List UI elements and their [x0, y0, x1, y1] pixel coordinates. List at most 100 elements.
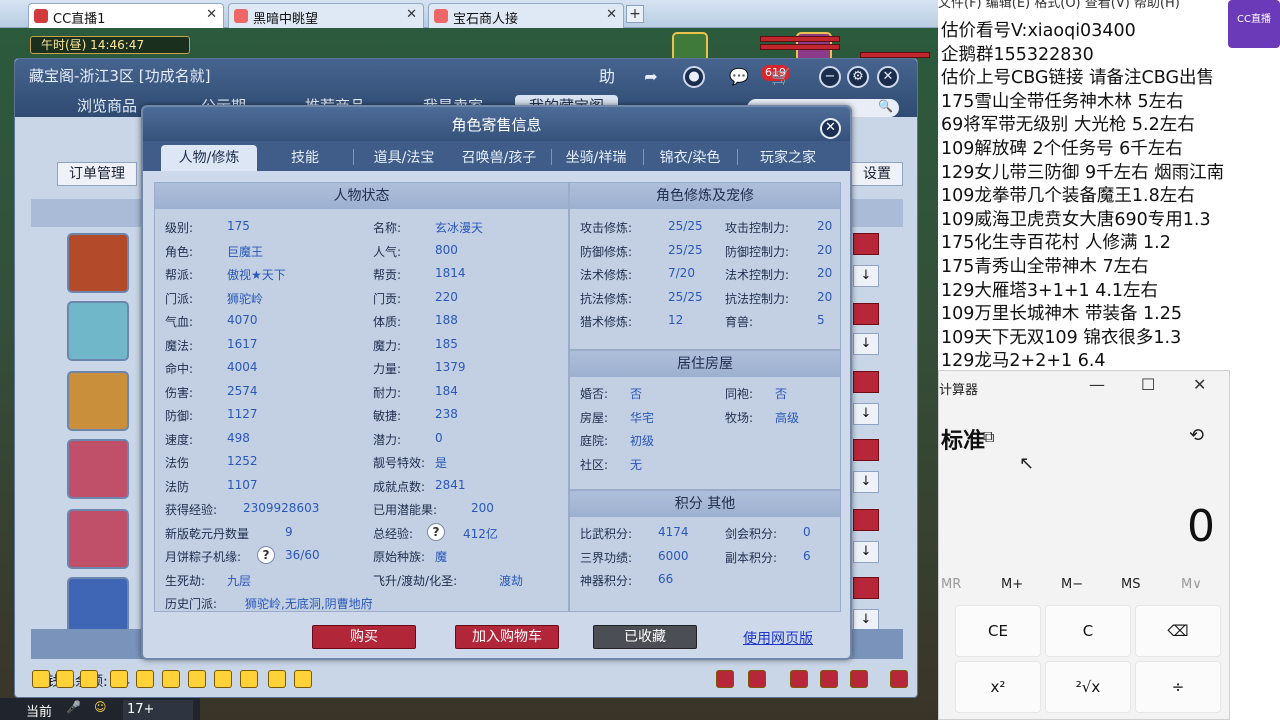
search-icon[interactable]: [748, 670, 766, 688]
add-to-cart-button[interactable]: 加入购物车: [455, 625, 559, 649]
list-item-avatar[interactable]: [67, 233, 129, 293]
list-item-avatar[interactable]: [67, 509, 129, 569]
help-icon[interactable]: ?: [427, 522, 445, 541]
arrow-down-icon[interactable]: ↓: [853, 609, 879, 631]
arrow-down-icon[interactable]: [80, 670, 98, 688]
status-panel: 人物状态 级别: 175 角色: 巨魔王 帮派: 傲视★天下 门派: 狮驼岭 气血: 4070 魔法…: [154, 182, 569, 612]
lock-icon[interactable]: [188, 670, 206, 688]
tab-costume[interactable]: 锦衣/染色: [645, 145, 735, 171]
buy-row-button[interactable]: [853, 509, 879, 531]
gear-icon[interactable]: ⚙: [847, 66, 869, 88]
minimize-icon[interactable]: —: [1089, 375, 1105, 394]
stat-label: 魔法:: [165, 338, 194, 353]
arrow-down-icon[interactable]: ↓: [853, 471, 879, 493]
browser-tab-gem[interactable]: 宝石商人接 ✕: [428, 3, 624, 28]
buy-button[interactable]: 购买: [312, 625, 416, 649]
chat-channel[interactable]: 当前: [26, 701, 52, 720]
up-icon[interactable]: [790, 670, 808, 688]
divide-button[interactable]: ÷: [1135, 661, 1221, 713]
stat-row: 攻击修炼: 25/25: [580, 219, 703, 236]
tab-browse[interactable]: 浏览商品: [77, 95, 137, 117]
memory-recall-button[interactable]: MR: [941, 577, 961, 592]
tab-pets[interactable]: 召唤兽/孩子: [449, 145, 549, 171]
microphone-icon[interactable]: 🎤: [66, 700, 81, 714]
emoji-icon[interactable]: ☺: [94, 700, 107, 714]
dialog-tabs: 人物/修炼 技能 道具/法宝 召唤兽/孩子 坐骑/祥瑞 锦衣/染色 玩家之家: [143, 141, 850, 171]
settings-button[interactable]: 设置: [851, 162, 903, 186]
list-item-weapon[interactable]: [67, 371, 129, 431]
tab-mounts[interactable]: 坐骑/祥瑞: [551, 145, 641, 171]
stat-value: 华宅: [630, 410, 655, 425]
browser-tab-dark[interactable]: 黑暗中眺望 ✕: [228, 3, 424, 28]
arrow-down-icon[interactable]: ↓: [853, 541, 879, 563]
help-icon[interactable]: ?: [257, 546, 275, 564]
tab-character[interactable]: 人物/修炼: [161, 145, 257, 171]
close-icon[interactable]: ✕: [606, 7, 617, 22]
search-icon[interactable]: [136, 670, 154, 688]
browser-tab-cc-live[interactable]: CC直播1 ✕: [28, 3, 224, 28]
calendar-icon[interactable]: [820, 670, 838, 688]
chat-input[interactable]: 17+: [123, 700, 193, 720]
memory-subtract-button[interactable]: M−: [1061, 577, 1083, 592]
minimize-icon[interactable]: −: [819, 66, 841, 88]
share-icon[interactable]: ➦: [639, 66, 663, 88]
close-icon[interactable]: ✕: [406, 7, 417, 22]
record-icon[interactable]: ●: [683, 66, 705, 88]
list-item-avatar[interactable]: [67, 577, 129, 637]
stat-value: 25/25: [668, 219, 703, 233]
buy-row-button[interactable]: [853, 233, 879, 255]
arrow-left-icon[interactable]: [32, 670, 50, 688]
use-web-version-link[interactable]: 使用网页版: [743, 628, 813, 648]
stat-label: 耐力:: [373, 385, 402, 400]
message-icon[interactable]: 💬: [727, 66, 751, 88]
tab-player-home[interactable]: 玩家之家: [743, 145, 833, 171]
backspace-button[interactable]: ⌫: [1135, 605, 1221, 657]
close-icon[interactable]: ✕: [1193, 375, 1206, 394]
gear-icon[interactable]: [890, 670, 908, 688]
maximize-icon[interactable]: ☐: [1141, 375, 1155, 394]
arrow-down-icon[interactable]: ↓: [853, 403, 879, 425]
list-item-avatar[interactable]: [67, 439, 129, 499]
buy-row-button[interactable]: [853, 303, 879, 325]
list-icon[interactable]: [268, 670, 286, 688]
square-button[interactable]: x²: [955, 661, 1041, 713]
close-icon[interactable]: ✕: [877, 66, 899, 88]
keep-on-top-icon[interactable]: ⧉: [983, 427, 994, 447]
chat-icon[interactable]: [240, 670, 258, 688]
buy-row-button[interactable]: [853, 371, 879, 393]
arrow-up-icon[interactable]: [56, 670, 74, 688]
tools-icon[interactable]: [850, 670, 868, 688]
plus-icon[interactable]: [716, 670, 734, 688]
cart-icon[interactable]: 🛒: [769, 66, 793, 88]
close-icon[interactable]: ✕: [820, 118, 841, 139]
arrow-down-icon[interactable]: ↓: [853, 333, 879, 355]
bag-icon[interactable]: [162, 670, 180, 688]
stat-value: 渡劫: [499, 573, 524, 588]
stat-row: 获得经验: 2309928603: [165, 501, 319, 518]
tab-skills[interactable]: 技能: [275, 145, 335, 171]
list-item-weapon[interactable]: [67, 301, 129, 361]
move-icon[interactable]: [110, 670, 128, 688]
arrow-down-icon[interactable]: ↓: [853, 265, 879, 287]
clear-button[interactable]: C: [1045, 605, 1131, 657]
close-icon[interactable]: ✕: [206, 7, 217, 22]
help-button[interactable]: 助: [595, 66, 619, 88]
clear-entry-button[interactable]: CE: [955, 605, 1041, 657]
stat-row: 飞升/渡劫/化圣: 渡劫: [373, 572, 523, 589]
memory-store-button[interactable]: MS: [1121, 577, 1140, 592]
buy-row-button[interactable]: [853, 439, 879, 461]
order-management-button[interactable]: 订单管理: [57, 162, 137, 186]
buy-row-button[interactable]: [853, 577, 879, 599]
memory-add-button[interactable]: M+: [1001, 577, 1023, 592]
new-tab-button[interactable]: +: [626, 5, 644, 23]
stat-row: 原始种族: 魔: [373, 548, 447, 565]
chevron-down-icon[interactable]: [294, 670, 312, 688]
favorited-button[interactable]: 已收藏: [593, 625, 697, 649]
tab-items[interactable]: 道具/法宝: [359, 145, 449, 171]
calculator-mode: 标准: [941, 429, 986, 454]
history-icon[interactable]: ⟲: [1189, 425, 1204, 446]
square-root-button[interactable]: ²√x: [1045, 661, 1131, 713]
memory-list-button[interactable]: M∨: [1181, 577, 1202, 592]
brush-icon[interactable]: [214, 670, 232, 688]
notepad-menubar[interactable]: 文件(F) 编辑(E) 格式(O) 查看(V) 帮助(H): [938, 0, 1228, 12]
